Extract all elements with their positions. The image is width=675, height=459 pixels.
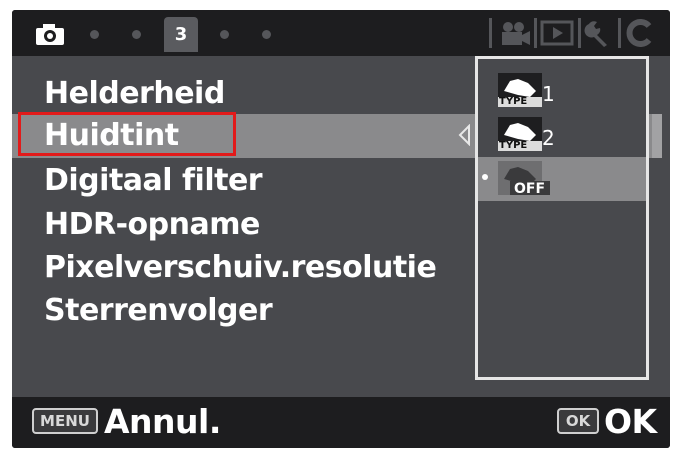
options-panel: TYPE 1 TYPE 2 OFF	[475, 56, 649, 380]
tab-dot-5[interactable]	[262, 30, 271, 39]
arrow-left-icon	[458, 124, 470, 146]
cancel-label[interactable]: Annul.	[104, 400, 221, 444]
highlight-annotation-box	[18, 112, 236, 156]
custom-c-icon[interactable]	[625, 19, 655, 47]
ok-key-badge[interactable]: OK	[557, 408, 599, 434]
option-off[interactable]: OFF	[498, 159, 558, 197]
separator	[534, 18, 537, 48]
menu-item-sterrenvolger[interactable]: Sterrenvolger	[44, 291, 273, 331]
menu-item-hdr-opname[interactable]: HDR-opname	[44, 205, 260, 245]
tab-bar: 3	[12, 10, 670, 56]
ok-label[interactable]: OK	[604, 400, 657, 444]
selected-dot-icon	[482, 174, 488, 180]
tab-dot-4[interactable]	[220, 30, 229, 39]
option-type2[interactable]: TYPE 2	[498, 115, 558, 153]
separator	[618, 18, 621, 48]
tab-dot-1[interactable]	[90, 30, 99, 39]
movie-icon[interactable]	[498, 19, 532, 47]
camera-menu-screen: 3 Helderheid Huidtint Digitaal filter HD…	[12, 10, 670, 448]
option-tag: TYPE	[499, 96, 528, 107]
wrench-icon[interactable]	[584, 19, 614, 47]
option-type1[interactable]: TYPE 1	[498, 71, 558, 109]
option-tag: OFF	[514, 181, 546, 197]
separator	[489, 18, 492, 48]
menu-item-pixelverschuiv-resolutie[interactable]: Pixelverschuiv.resolutie	[44, 248, 437, 288]
playback-icon[interactable]	[540, 19, 574, 47]
option-suffix: 1	[542, 82, 555, 106]
option-suffix: 2	[542, 126, 555, 150]
option-tag: TYPE	[499, 140, 528, 151]
menu-key-badge[interactable]: MENU	[32, 408, 98, 434]
camera-icon[interactable]	[34, 22, 66, 46]
menu-item-digitaal-filter[interactable]: Digitaal filter	[44, 161, 263, 201]
tab-dot-2[interactable]	[132, 30, 141, 39]
scroll-indicator	[652, 114, 662, 158]
menu-item-helderheid[interactable]: Helderheid	[44, 74, 225, 114]
tab-3[interactable]: 3	[164, 17, 198, 52]
bottom-bar: MENU Annul. OK OK	[12, 397, 670, 448]
separator	[578, 18, 581, 48]
